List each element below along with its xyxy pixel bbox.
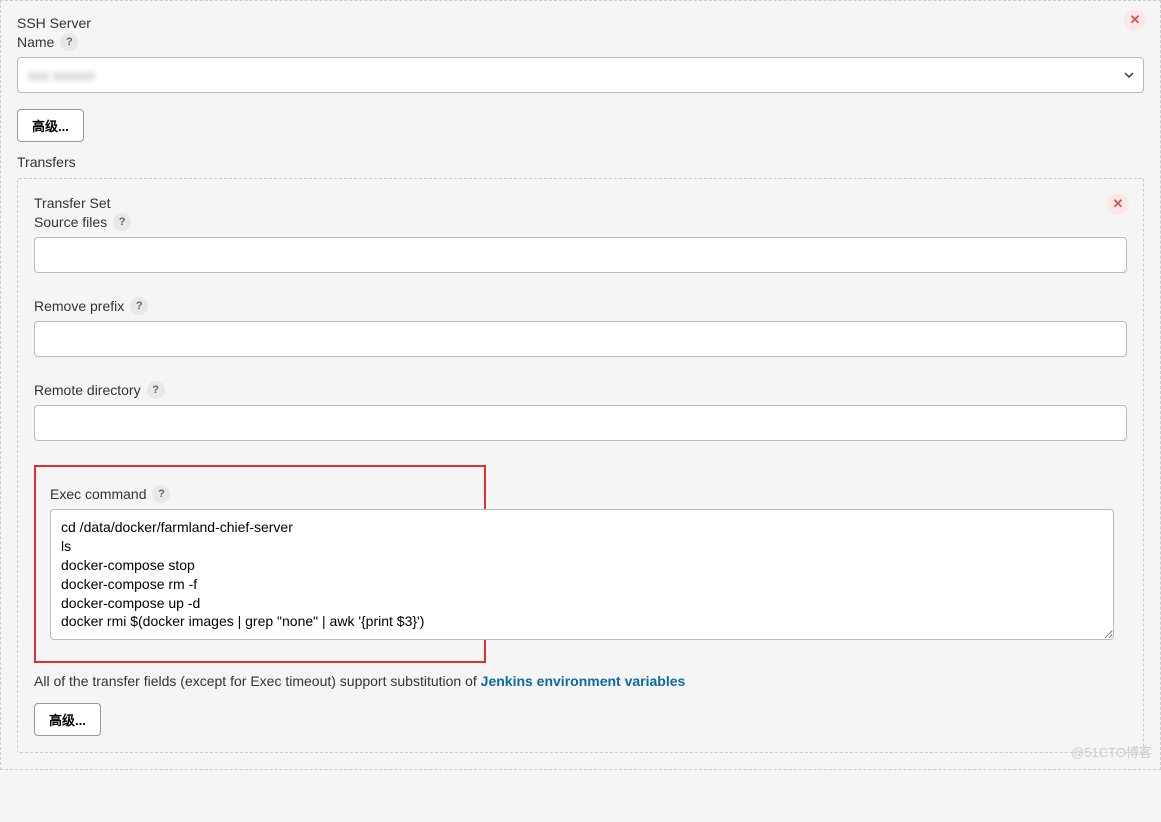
- footnote-text: All of the transfer fields (except for E…: [34, 673, 481, 689]
- remote-directory-label: Remote directory: [34, 382, 141, 398]
- source-files-label: Source files: [34, 214, 107, 230]
- jenkins-env-vars-link[interactable]: Jenkins environment variables: [481, 673, 686, 689]
- transfers-label: Transfers: [17, 154, 1144, 170]
- help-icon[interactable]: ?: [60, 33, 78, 51]
- watermark: @51CTO博客: [1071, 742, 1152, 761]
- name-label-row: Name ?: [17, 33, 1144, 51]
- close-ssh-server-button[interactable]: ✕: [1124, 9, 1146, 31]
- remove-prefix-label: Remove prefix: [34, 298, 124, 314]
- transfer-footnote: All of the transfer fields (except for E…: [34, 673, 1127, 689]
- advanced-button-top[interactable]: 高级...: [17, 109, 84, 142]
- close-transfer-set-button[interactable]: ✕: [1107, 193, 1129, 215]
- exec-command-textarea[interactable]: [50, 509, 1114, 640]
- ssh-server-select[interactable]: xxx xxxxxx: [17, 57, 1144, 93]
- remove-prefix-input[interactable]: [34, 321, 1127, 357]
- remote-directory-label-row: Remote directory ?: [34, 381, 1127, 399]
- exec-command-label: Exec command: [50, 486, 146, 502]
- close-icon: ✕: [1113, 196, 1124, 212]
- ssh-server-panel: ✕ SSH Server Name ? xxx xxxxxx 高级... Tra…: [0, 0, 1161, 770]
- remote-directory-input[interactable]: [34, 405, 1127, 441]
- remove-prefix-label-row: Remove prefix ?: [34, 297, 1127, 315]
- help-icon[interactable]: ?: [152, 485, 170, 503]
- exec-command-highlight: Exec command ?: [34, 465, 486, 663]
- transfer-set-label: Transfer Set: [34, 195, 1127, 211]
- help-icon[interactable]: ?: [147, 381, 165, 399]
- help-icon[interactable]: ?: [113, 213, 131, 231]
- close-icon: ✕: [1130, 12, 1141, 28]
- ssh-server-label: SSH Server: [17, 15, 1144, 31]
- transfers-container: ✕ Transfer Set Source files ? Remove pre…: [17, 178, 1144, 753]
- source-files-input[interactable]: [34, 237, 1127, 273]
- advanced-button-bottom[interactable]: 高级...: [34, 703, 101, 736]
- ssh-server-selected-value: xxx xxxxxx: [28, 58, 1133, 92]
- source-files-label-row: Source files ?: [34, 213, 1127, 231]
- ssh-server-select-wrapper: xxx xxxxxx: [17, 57, 1144, 93]
- exec-command-label-row: Exec command ?: [50, 485, 470, 503]
- help-icon[interactable]: ?: [130, 297, 148, 315]
- name-label: Name: [17, 34, 54, 50]
